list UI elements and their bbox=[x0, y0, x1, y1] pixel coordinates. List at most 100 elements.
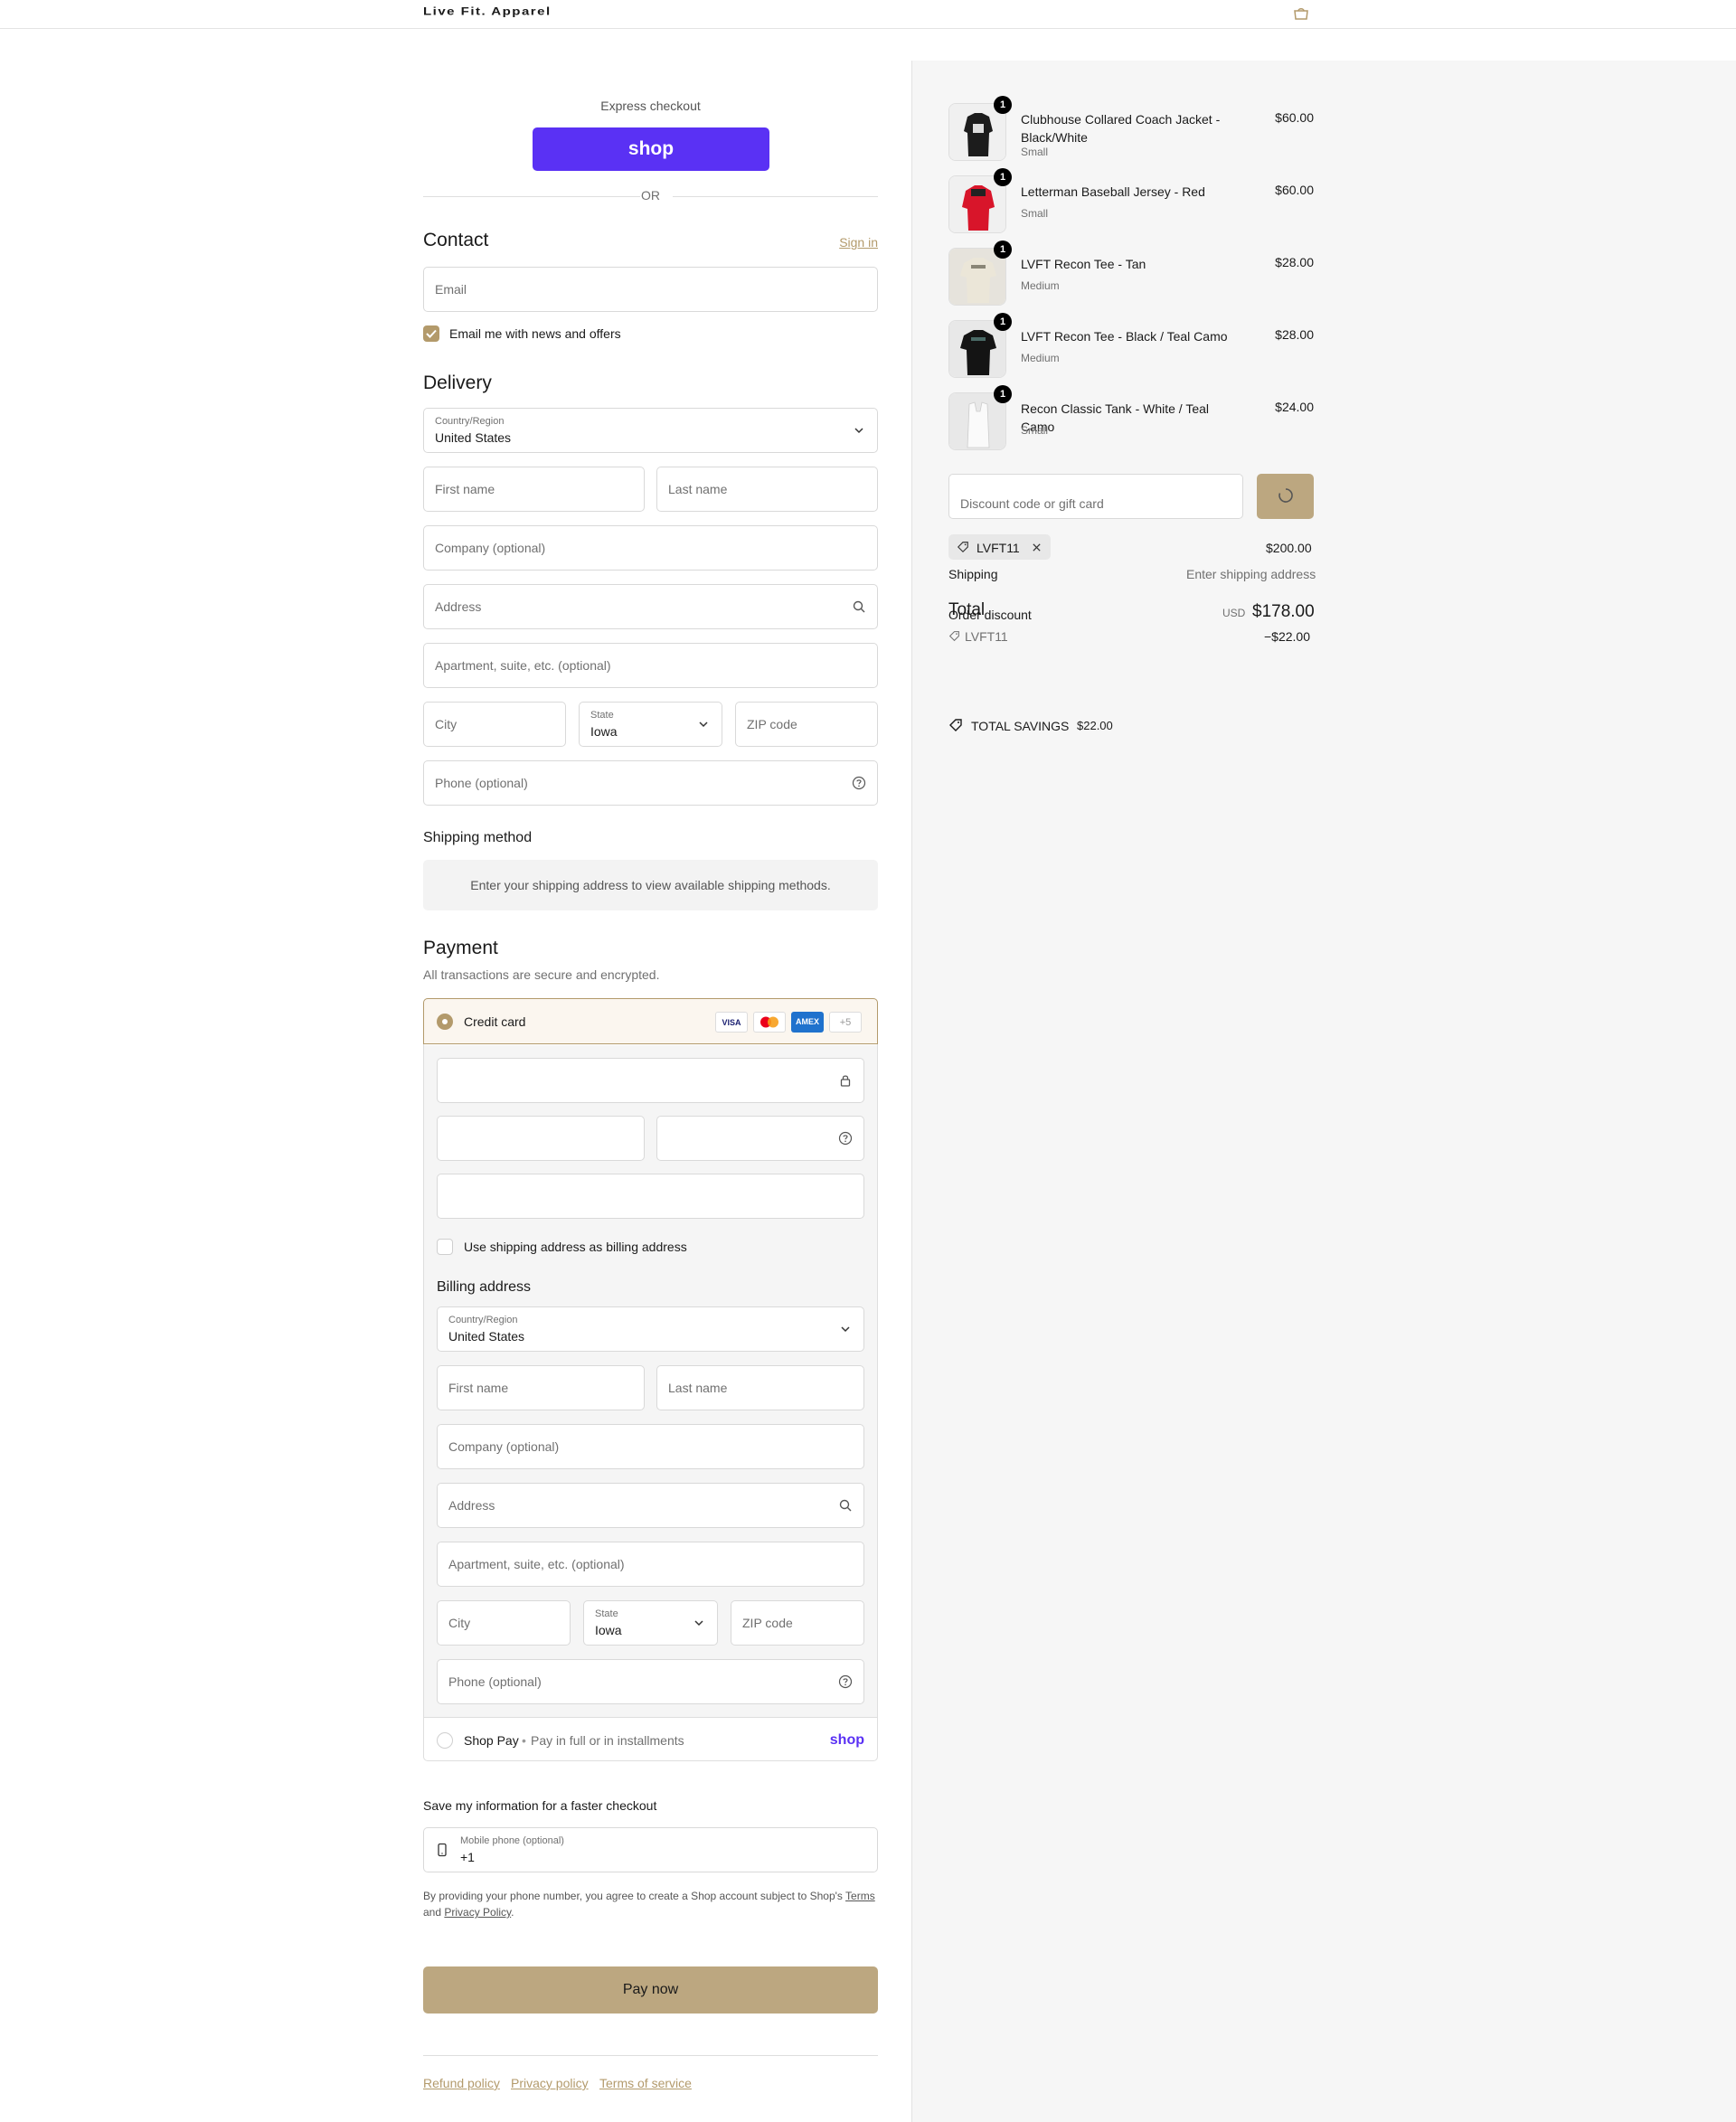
billing-phone-field[interactable]: Phone (optional) bbox=[437, 1659, 864, 1704]
billing-state-label: State bbox=[595, 1608, 618, 1619]
security-code-field[interactable] bbox=[656, 1116, 864, 1161]
legal-period: . bbox=[511, 1906, 514, 1919]
discount-value: −$22.00 bbox=[1264, 629, 1310, 644]
sign-in-link[interactable]: Sign in bbox=[839, 235, 878, 250]
item-name: LVFT Recon Tee - Tan bbox=[1021, 257, 1146, 271]
shop-pay-express-button[interactable]: shop bbox=[533, 127, 769, 171]
shop-pay-option[interactable]: Shop Pay • Pay in full or in installment… bbox=[424, 1719, 877, 1761]
refund-policy-link[interactable]: Refund policy bbox=[423, 2076, 500, 2090]
billing-country-select[interactable]: Country/Region United States bbox=[437, 1306, 864, 1352]
city-placeholder: City bbox=[435, 717, 458, 731]
total-value: $178.00 bbox=[1252, 602, 1315, 621]
total-savings-value: $22.00 bbox=[1077, 719, 1113, 732]
search-icon bbox=[839, 1499, 852, 1512]
country-value: United States bbox=[435, 430, 512, 445]
company-field[interactable]: Company (optional) bbox=[423, 525, 878, 571]
address-placeholder: Address bbox=[435, 599, 482, 614]
apartment-field[interactable]: Apartment, suite, etc. (optional) bbox=[423, 643, 878, 688]
mobile-phone-value: +1 bbox=[460, 1850, 475, 1864]
email-placeholder: Email bbox=[435, 282, 467, 297]
billing-company-placeholder: Company (optional) bbox=[448, 1439, 560, 1454]
billing-city-field[interactable]: City bbox=[437, 1600, 571, 1646]
terms-of-service-link[interactable]: Terms of service bbox=[599, 2076, 692, 2090]
tag-icon bbox=[957, 542, 968, 553]
expiry-field[interactable] bbox=[437, 1116, 645, 1161]
zip-field[interactable]: ZIP code bbox=[735, 702, 878, 747]
shop-pay-radio[interactable] bbox=[437, 1732, 453, 1749]
item-variant: Medium bbox=[1021, 279, 1060, 292]
total-savings-label: TOTAL SAVINGS bbox=[971, 719, 1070, 733]
shopping-bag-icon[interactable] bbox=[1293, 7, 1309, 20]
amex-icon: AMEX bbox=[791, 1012, 824, 1033]
footer-divider bbox=[423, 2055, 878, 2056]
payment-methods: Credit card VISA AMEX +5 Use shipping ad… bbox=[423, 998, 878, 1761]
payment-title: Payment bbox=[423, 938, 498, 958]
billing-country-value: United States bbox=[448, 1329, 525, 1344]
tag-icon bbox=[948, 631, 959, 642]
billing-address-field[interactable]: Address bbox=[437, 1483, 864, 1528]
use-shipping-label: Use shipping address as billing address bbox=[464, 1240, 687, 1254]
apartment-placeholder: Apartment, suite, etc. (optional) bbox=[435, 658, 611, 673]
discount-placeholder: Discount code or gift card bbox=[960, 496, 1104, 511]
tag-icon bbox=[949, 719, 962, 731]
billing-last-name-field[interactable]: Last name bbox=[656, 1365, 864, 1410]
state-select[interactable]: State Iowa bbox=[579, 702, 722, 747]
mobile-phone-field[interactable]: Mobile phone (optional) +1 bbox=[423, 1827, 878, 1872]
pay-now-button[interactable]: Pay now bbox=[423, 1966, 878, 2014]
item-name: LVFT Recon Tee - Black / Teal Camo bbox=[1021, 329, 1228, 344]
address-field[interactable]: Address bbox=[423, 584, 878, 629]
state-label: State bbox=[590, 710, 614, 721]
close-icon[interactable] bbox=[1032, 542, 1042, 552]
use-shipping-checkbox[interactable] bbox=[437, 1239, 453, 1255]
mobile-phone-icon bbox=[438, 1843, 447, 1857]
help-icon[interactable] bbox=[838, 1131, 853, 1146]
first-name-field[interactable]: First name bbox=[423, 467, 645, 512]
credit-card-radio[interactable] bbox=[437, 1014, 453, 1030]
phone-field[interactable]: Phone (optional) bbox=[423, 760, 878, 806]
brand-logo[interactable]: Live Fit. Apparel bbox=[423, 5, 552, 18]
billing-city-placeholder: City bbox=[448, 1616, 471, 1630]
terms-link[interactable]: Terms bbox=[845, 1890, 875, 1902]
item-price: $28.00 bbox=[1275, 327, 1314, 342]
country-select[interactable]: Country/Region United States bbox=[423, 408, 878, 453]
email-field[interactable]: Email bbox=[423, 267, 878, 312]
item-variant: Small bbox=[1021, 207, 1049, 220]
order-discount-label: Order discount bbox=[948, 608, 1032, 622]
billing-first-name-field[interactable]: First name bbox=[437, 1365, 645, 1410]
card-number-field[interactable] bbox=[437, 1058, 864, 1103]
billing-company-field[interactable]: Company (optional) bbox=[437, 1424, 864, 1469]
help-icon[interactable] bbox=[852, 776, 866, 790]
or-label: OR bbox=[641, 188, 660, 203]
billing-title: Billing address bbox=[437, 1279, 532, 1295]
credit-card-option[interactable]: Credit card VISA AMEX +5 bbox=[423, 998, 878, 1044]
privacy-policy-link[interactable]: Privacy Policy bbox=[444, 1906, 511, 1919]
bullet-separator: • bbox=[522, 1733, 526, 1748]
item-price: $28.00 bbox=[1275, 255, 1314, 269]
quantity-badge: 1 bbox=[994, 313, 1012, 331]
privacy-policy-footer-link[interactable]: Privacy policy bbox=[511, 2076, 589, 2090]
last-name-placeholder: Last name bbox=[668, 482, 728, 496]
help-icon[interactable] bbox=[838, 1674, 853, 1689]
express-checkout-title: Express checkout bbox=[600, 99, 701, 113]
last-name-field[interactable]: Last name bbox=[656, 467, 878, 512]
discount-code-field[interactable]: Discount code or gift card bbox=[948, 474, 1243, 519]
billing-apartment-field[interactable]: Apartment, suite, etc. (optional) bbox=[437, 1542, 864, 1587]
city-field[interactable]: City bbox=[423, 702, 566, 747]
visa-icon: VISA bbox=[715, 1012, 748, 1033]
discount-code: LVFT11 bbox=[965, 629, 1008, 644]
legal-text: By providing your phone number, you agre… bbox=[423, 1888, 878, 1920]
shop-pay-logo: shop bbox=[829, 1732, 864, 1748]
save-info-title: Save my information for a faster checkou… bbox=[423, 1798, 657, 1813]
shipping-method-message: Enter your shipping address to view avai… bbox=[423, 860, 878, 910]
billing-state-select[interactable]: State Iowa bbox=[583, 1600, 718, 1646]
item-variant: Medium bbox=[1021, 352, 1060, 364]
billing-zip-field[interactable]: ZIP code bbox=[731, 1600, 864, 1646]
name-on-card-field[interactable] bbox=[437, 1174, 864, 1219]
shipping-method-title: Shipping method bbox=[423, 830, 533, 845]
contact-title: Contact bbox=[423, 230, 489, 250]
shop-pay-label: Shop Pay bbox=[464, 1733, 519, 1748]
apply-discount-button[interactable] bbox=[1257, 474, 1314, 519]
line-item: 1 Recon Classic Tank - White / Teal Camo… bbox=[948, 385, 1314, 452]
news-checkbox[interactable] bbox=[423, 325, 439, 342]
applied-discount-chip: LVFT11 bbox=[948, 534, 1051, 560]
